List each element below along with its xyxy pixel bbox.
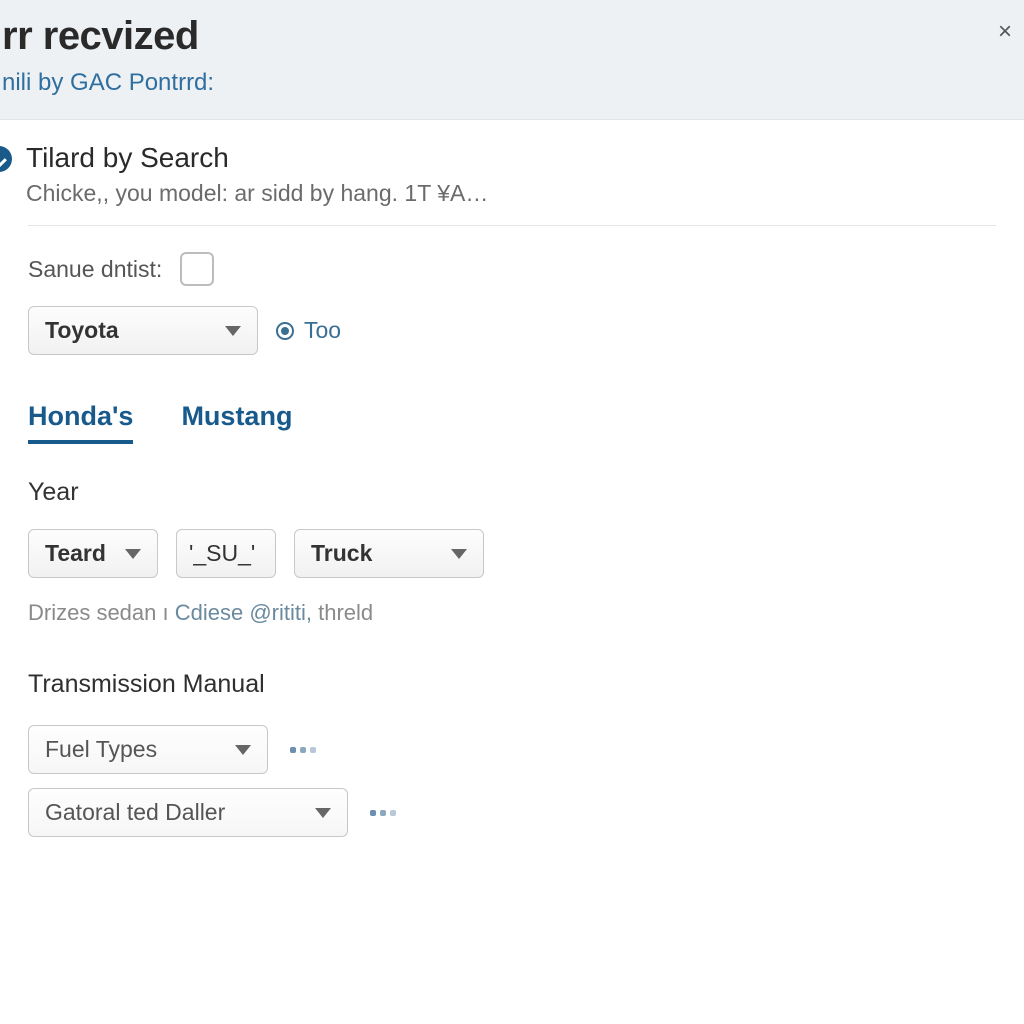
search-section: Tilard by Search Chicke,, you model: ar …	[0, 120, 1024, 837]
chevron-down-icon	[125, 549, 141, 559]
chevron-down-icon	[451, 549, 467, 559]
hint-pre: Drizes sedan ı	[28, 600, 175, 625]
hint-link-1[interactable]: Cdiese	[175, 600, 243, 625]
more-icon[interactable]	[370, 810, 396, 816]
close-icon[interactable]: ×	[998, 18, 1012, 46]
dealer-row: Gatoral ted Daller	[28, 788, 996, 837]
chevron-down-icon	[315, 808, 331, 818]
tab-hondas[interactable]: Honda's	[28, 401, 133, 444]
save-label: Sanue dntist:	[28, 256, 162, 283]
year-dropdown-3[interactable]: Truck	[294, 529, 484, 578]
chevron-down-icon	[235, 745, 251, 755]
dealer-dropdown[interactable]: Gatoral ted Daller	[28, 788, 348, 837]
page-header: rr recvized nili by GAC Pontrrd: ×	[0, 0, 1024, 120]
hint-post: threld	[312, 600, 373, 625]
year-dropdown-row: Teard '_SU_' Truck	[28, 529, 996, 578]
make-row: Toyota Too	[28, 306, 996, 355]
page-subtitle: nili by GAC Pontrrd:	[0, 69, 1024, 97]
transmission-label: Transmission Manual	[28, 670, 996, 699]
year-dropdown-2[interactable]: '_SU_'	[176, 529, 276, 578]
more-icon[interactable]	[290, 747, 316, 753]
make-radio-label: Too	[304, 317, 341, 344]
fuel-dropdown-value: Fuel Types	[45, 736, 157, 763]
section-title: Tilard by Search	[26, 142, 488, 174]
tab-mustang[interactable]: Mustang	[181, 401, 292, 444]
check-circle-icon	[0, 146, 12, 172]
dealer-dropdown-value: Gatoral ted Daller	[45, 799, 225, 826]
year-dd1-value: Teard	[45, 540, 106, 567]
fuel-row: Fuel Types	[28, 725, 996, 774]
make-radio-too[interactable]: Too	[276, 317, 341, 344]
make-dropdown[interactable]: Toyota	[28, 306, 258, 355]
hint-mid: @rititi,	[243, 600, 312, 625]
make-dropdown-value: Toyota	[45, 317, 119, 344]
year-dropdown-1[interactable]: Teard	[28, 529, 158, 578]
save-row: Sanue dntist:	[28, 252, 996, 286]
year-label: Year	[28, 478, 996, 507]
tab-label: Mustang	[181, 401, 292, 431]
radio-icon	[276, 322, 294, 340]
year-dd3-value: Truck	[311, 540, 372, 567]
year-dd2-value: '_SU_'	[189, 540, 255, 567]
page-title: rr recvized	[0, 14, 1024, 59]
fuel-dropdown[interactable]: Fuel Types	[28, 725, 268, 774]
tab-label: Honda's	[28, 401, 133, 431]
section-description: Chicke,, you model: ar sidd by hang. 1T …	[26, 180, 488, 207]
body-hint: Drizes sedan ı Cdiese @rititi, threld	[28, 600, 996, 626]
section-head: Tilard by Search Chicke,, you model: ar …	[28, 142, 996, 226]
save-checkbox[interactable]	[180, 252, 214, 286]
section-head-text: Tilard by Search Chicke,, you model: ar …	[26, 142, 488, 207]
chevron-down-icon	[225, 326, 241, 336]
model-tabs: Honda's Mustang	[28, 401, 996, 444]
